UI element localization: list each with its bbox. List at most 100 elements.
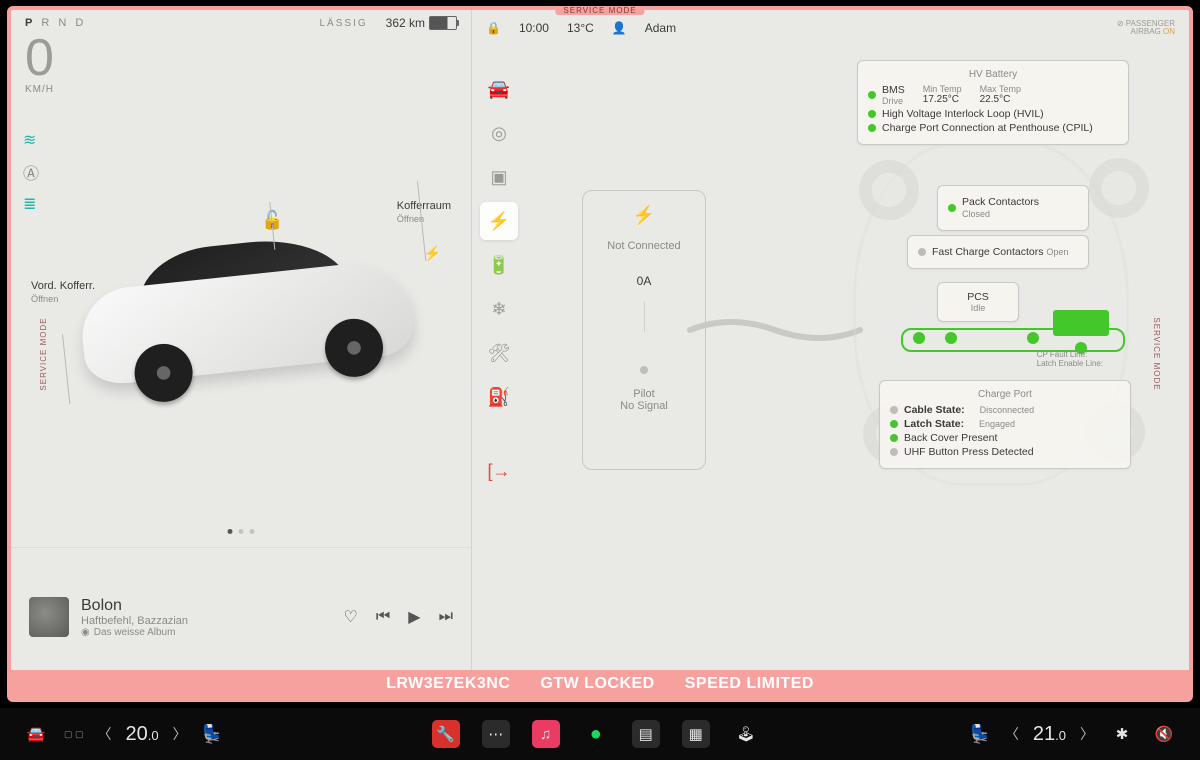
dock-radio-icon[interactable]: ▤ xyxy=(632,720,660,748)
banner-gtw: GTW LOCKED xyxy=(540,675,654,693)
nav-charging-icon[interactable]: ⚡ xyxy=(480,202,518,240)
user-name[interactable]: Adam xyxy=(645,21,676,35)
play-button[interactable]: ▶ xyxy=(408,607,420,627)
connector-status: Not Connected xyxy=(607,240,680,252)
nav-vehicle-icon[interactable]: 🚘 xyxy=(480,70,518,108)
latch-state-label: Latch State: xyxy=(904,418,964,430)
status-dot-icon xyxy=(868,110,876,118)
temp-left-down[interactable]: 〈 xyxy=(98,724,112,744)
next-track-button[interactable]: ⏭ xyxy=(439,608,453,626)
media-card[interactable]: Bolon Haftbefehl, Bazzazian ◉Das weisse … xyxy=(11,547,471,670)
pack-contactors-state: Closed xyxy=(962,209,990,219)
fast-contactors-label: Fast Charge Contactors xyxy=(932,246,1043,258)
cable-state-value: Disconnected xyxy=(980,405,1035,415)
speed-unit: KM/H xyxy=(25,84,54,95)
track-artist: Haftbefehl, Bazzazian xyxy=(81,615,188,627)
seat-right-icon[interactable]: 💺 xyxy=(968,724,990,745)
battery-icon xyxy=(429,16,457,30)
bottom-dock: 🚘 ▢ ▢ 〈 20.0 〉 💺 🔧 ⋯ ♫ ● ▤ ▦ 🕹 💺 〈 21.0 … xyxy=(0,708,1200,760)
prev-track-button[interactable]: ⏮ xyxy=(376,608,390,626)
fast-contactors-card: Fast Charge Contactors Open xyxy=(907,235,1089,269)
trunk-button[interactable]: Kofferraum Öffnen xyxy=(397,200,451,225)
bms-label: BMS xyxy=(882,84,905,96)
nav-chip-icon[interactable]: ▣ xyxy=(480,158,518,196)
pilot-dot-icon xyxy=(640,366,648,374)
driver-profile: LÄSSIG xyxy=(320,18,368,29)
cp-fault-label: CP Fault Line: xyxy=(1037,350,1103,359)
nav-exit-icon[interactable]: [→ xyxy=(480,452,518,490)
vehicle-lock-icon[interactable]: 🔒 xyxy=(486,21,501,35)
trunk-title: Kofferraum xyxy=(397,200,451,212)
pcs-card: PCS Idle xyxy=(937,282,1019,322)
banner-vin: LRW3E7EK3NC xyxy=(386,675,510,693)
dock-volume-icon[interactable]: 🔇 xyxy=(1150,720,1178,748)
min-temp: 17.25°C xyxy=(923,94,962,105)
pack-contactors-card: Pack ContactorsClosed xyxy=(937,185,1089,231)
dock-car-icon[interactable]: 🚘 xyxy=(22,720,50,748)
latch-enable-label: Latch Enable Line: xyxy=(1037,359,1103,368)
dock-dashcam-icon[interactable]: ▦ xyxy=(682,720,710,748)
pack-contactors-label: Pack Contactors xyxy=(962,196,1039,208)
uhf-label: UHF Button Press Detected xyxy=(904,446,1034,458)
seat-left-icon[interactable]: 💺 xyxy=(201,724,223,745)
bolt-icon: ⚡ xyxy=(633,205,655,226)
track-title: Bolon xyxy=(81,597,188,615)
dock-arcade-icon[interactable]: 🕹 xyxy=(732,720,760,748)
passenger-airbag-indicator: ⊘ PASSENGER AIRBAG ON xyxy=(1117,20,1175,36)
connector-current: 0A xyxy=(637,274,652,288)
temp-right[interactable]: 21.0 xyxy=(1033,723,1066,746)
status-dot-icon xyxy=(890,420,898,428)
album-art xyxy=(29,597,69,637)
speedometer: 0 KM/H xyxy=(25,32,54,95)
range-readout: 362 km xyxy=(386,16,457,30)
source-dot-icon: ◉ xyxy=(81,627,90,638)
clock: 10:00 xyxy=(519,21,549,35)
dock-spotify-icon[interactable]: ● xyxy=(582,720,610,748)
status-dot-icon xyxy=(948,204,956,212)
dock-more-icon[interactable]: ⋯ xyxy=(482,720,510,748)
card-pager[interactable] xyxy=(228,529,255,534)
max-temp: 22.5°C xyxy=(980,94,1021,105)
driver-pane: P R N D LÄSSIG 362 km 0 KM/H ≋ Ⓐ ≣ 🔓 ⚡ xyxy=(11,10,472,670)
service-nav: 🚘 ◎ ▣ ⚡ 🔋 ❄ 🛠 ⛽ [→ xyxy=(480,70,518,490)
banner-speed-limited: SPEED LIMITED xyxy=(685,675,814,693)
temp-left-up[interactable]: 〉 xyxy=(173,724,187,744)
min-temp-label: Min Temp xyxy=(923,84,962,94)
dock-service-icon[interactable]: 🔧 xyxy=(432,720,460,748)
service-pane: 🔒 10:00 13°C 👤 Adam ⊘ PASSENGER AIRBAG O… xyxy=(472,10,1189,670)
temp-left[interactable]: 20.0 xyxy=(126,723,159,746)
max-temp-label: Max Temp xyxy=(980,84,1021,94)
user-icon[interactable]: 👤 xyxy=(612,21,627,35)
temp-right-down[interactable]: 〈 xyxy=(1005,724,1019,744)
fast-contactors-state: Open xyxy=(1046,247,1068,257)
nav-thermal-icon[interactable]: ❄ xyxy=(480,290,518,328)
cp-title: Charge Port xyxy=(890,389,1120,400)
pcs-label: PCS xyxy=(948,291,1008,303)
dock-defrost-icons[interactable]: ▢ ▢ xyxy=(64,729,84,740)
dock-music-icon[interactable]: ♫ xyxy=(532,720,560,748)
pilot-label: Pilot xyxy=(620,388,668,400)
status-dot-icon xyxy=(918,248,926,256)
hv-battery-card: HV Battery BMSDrive Min Temp17.25°C Max … xyxy=(857,60,1129,145)
nav-fuel-icon[interactable]: ⛽ xyxy=(480,378,518,416)
charge-port-card: Charge Port Cable State: Disconnected La… xyxy=(879,380,1131,469)
temp-right-up[interactable]: 〉 xyxy=(1080,724,1094,744)
nav-tools-icon[interactable]: 🛠 xyxy=(480,334,518,372)
like-button[interactable]: ♡ xyxy=(344,607,358,627)
vehicle-avatar xyxy=(72,208,419,422)
wheel-bg-icon xyxy=(1089,158,1149,218)
wheel-bg-icon xyxy=(859,160,919,220)
speed-value: 0 xyxy=(25,32,54,84)
dock-fan-icon[interactable]: ✱ xyxy=(1108,720,1136,748)
outside-temp: 13°C xyxy=(567,21,594,35)
hvil-label: High Voltage Interlock Loop (HVIL) xyxy=(882,108,1044,120)
gear-selector: P R N D xyxy=(25,17,86,29)
cpil-label: Charge Port Connection at Penthouse (CPI… xyxy=(882,122,1093,134)
back-cover-label: Back Cover Present xyxy=(904,432,997,444)
range-km: 362 km xyxy=(386,16,425,30)
status-dot-icon xyxy=(890,434,898,442)
nav-steering-icon[interactable]: ◎ xyxy=(480,114,518,152)
nav-battery-icon[interactable]: 🔋 xyxy=(480,246,518,284)
bms-state: Drive xyxy=(882,96,905,106)
trunk-action: Öffnen xyxy=(397,214,451,225)
